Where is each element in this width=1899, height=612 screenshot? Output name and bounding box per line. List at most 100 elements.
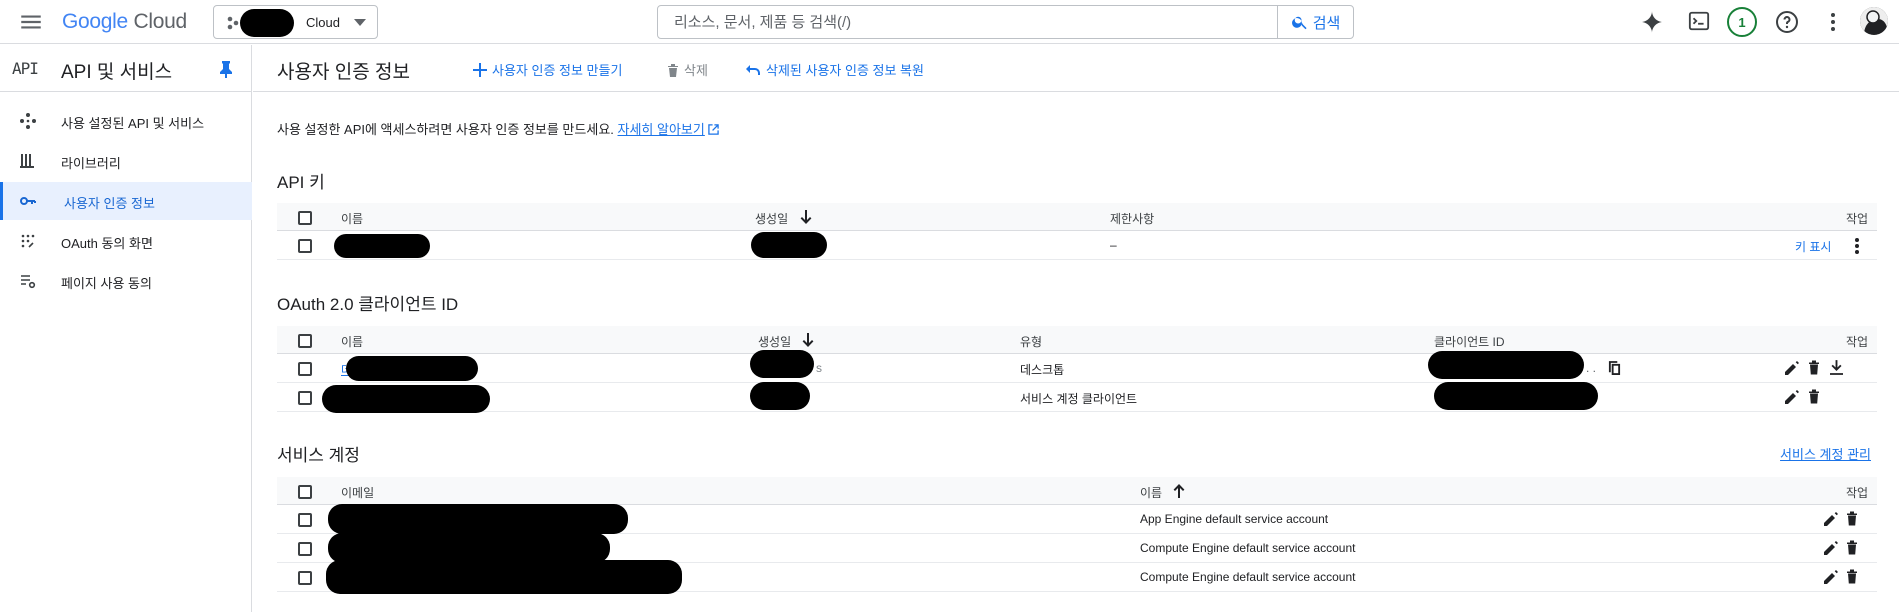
column-name[interactable]: 이름	[341, 333, 363, 350]
notifications-badge[interactable]: 1	[1727, 7, 1757, 37]
search-input[interactable]	[658, 6, 1278, 38]
oauth-table: 이름 생성일 유형 클라이언트 ID 작업 데 s 데스크톱 . . 서비스 계…	[277, 326, 1877, 413]
table-row: Compute Engine default service account	[277, 560, 1877, 594]
main-menu-icon[interactable]	[18, 9, 44, 35]
copy-icon[interactable]	[1608, 361, 1621, 376]
trash-icon[interactable]	[1808, 360, 1820, 375]
redacted-client-name	[346, 356, 478, 381]
sidebar-item-label: 페이지 사용 동의	[61, 276, 152, 291]
sidebar-item-label: OAuth 동의 화면	[61, 236, 153, 251]
more-vert-icon[interactable]	[1854, 237, 1860, 255]
redacted-created-date	[750, 382, 810, 410]
arrow-down-icon[interactable]	[802, 333, 814, 347]
table-header: 이름 생성일 유형 클라이언트 ID 작업	[277, 326, 1877, 354]
sidebar-item-oauth-consent[interactable]: OAuth 동의 화면	[0, 222, 252, 260]
sidebar-item-library[interactable]: 라이브러리	[0, 142, 252, 180]
column-name[interactable]: 이름	[1140, 484, 1162, 501]
create-credentials-button[interactable]: 사용자 인증 정보 만들기	[473, 60, 622, 79]
column-created[interactable]: 생성일	[758, 333, 791, 350]
trash-icon	[668, 63, 678, 77]
redacted-email[interactable]	[326, 560, 682, 594]
table-header: 이름 생성일 제한사항 작업	[277, 203, 1877, 231]
page-header: 사용자 인증 정보 사용자 인증 정보 만들기 삭제 삭제된 사용자 인증 정보…	[253, 45, 1899, 92]
sidebar-item-page-usage-agreement[interactable]: 페이지 사용 동의	[0, 262, 252, 300]
manage-service-accounts-link[interactable]: 서비스 계정 관리	[1780, 444, 1871, 463]
download-icon[interactable]	[1830, 360, 1843, 375]
restriction-value: –	[1110, 238, 1117, 252]
api-keys-title: API 키	[277, 173, 325, 192]
row-checkbox[interactable]	[298, 362, 312, 376]
top-bar: Google Cloud Cloud 검색 1	[0, 0, 1899, 44]
service-account-name: App Engine default service account	[1140, 512, 1329, 526]
select-all-checkbox[interactable]	[298, 334, 312, 348]
edit-icon[interactable]	[1824, 570, 1838, 584]
trash-icon[interactable]	[1846, 540, 1858, 555]
logo-cloud-text: Cloud	[133, 10, 187, 33]
restore-deleted-credentials-button[interactable]: 삭제된 사용자 인증 정보 복원	[745, 60, 924, 79]
redacted-created-date	[751, 232, 827, 258]
sidebar-item-label: 사용자 인증 정보	[64, 196, 155, 211]
sidebar: API API 및 서비스 사용 설정된 API 및 서비스 라이브러리 사용자…	[0, 45, 252, 612]
redacted-key-name[interactable]	[334, 234, 430, 258]
help-icon[interactable]	[1775, 10, 1799, 34]
client-type: 데스크톱	[1020, 363, 1065, 377]
arrow-down-icon[interactable]	[800, 210, 812, 224]
sidebar-header: API API 및 서비스	[0, 45, 252, 92]
avatar[interactable]	[1860, 7, 1888, 35]
api-logo: API	[12, 59, 39, 78]
row-checkbox[interactable]	[298, 391, 312, 405]
cloud-shell-icon[interactable]	[1688, 10, 1710, 32]
show-key-link[interactable]: 키 표시	[1795, 238, 1831, 255]
column-name[interactable]: 이름	[341, 210, 363, 227]
service-accounts-table: 이메일 이름 작업 App Engine default service acc…	[277, 477, 1877, 594]
learn-more-link[interactable]: 자세히 알아보기	[618, 122, 705, 137]
redacted-project-name	[240, 9, 294, 37]
redacted-client-id	[1428, 351, 1584, 379]
page-title: 사용자 인증 정보	[277, 62, 410, 83]
library-icon	[20, 153, 36, 169]
table-row: 서비스 계정 클라이언트	[277, 382, 1877, 413]
gemini-sparkle-icon[interactable]	[1640, 10, 1664, 34]
service-account-name: Compute Engine default service account	[1140, 570, 1356, 584]
column-type: 유형	[1020, 335, 1043, 349]
redacted-email[interactable]	[328, 533, 610, 563]
edit-icon[interactable]	[1785, 390, 1799, 404]
search-button[interactable]: 검색	[1277, 6, 1353, 38]
redacted-client-name[interactable]	[322, 385, 490, 413]
arrow-up-icon[interactable]	[1173, 484, 1185, 498]
project-name: Cloud	[306, 15, 340, 30]
trash-icon[interactable]	[1808, 389, 1820, 404]
row-checkbox[interactable]	[298, 513, 312, 527]
edit-icon[interactable]	[1824, 541, 1838, 555]
sidebar-item-enabled-apis[interactable]: 사용 설정된 API 및 서비스	[0, 102, 252, 140]
google-cloud-logo[interactable]: Google Cloud	[62, 10, 187, 34]
intro-sentence: 사용 설정한 API에 액세스하려면 사용자 인증 정보를 만드세요.	[277, 122, 614, 137]
edit-icon[interactable]	[1824, 512, 1838, 526]
select-all-checkbox[interactable]	[298, 211, 312, 225]
project-picker[interactable]: Cloud	[213, 5, 378, 39]
trash-icon[interactable]	[1846, 569, 1858, 584]
service-account-name: Compute Engine default service account	[1140, 541, 1356, 555]
row-checkbox[interactable]	[298, 571, 312, 585]
column-email[interactable]: 이메일	[341, 484, 374, 501]
search-icon	[1291, 13, 1309, 31]
column-created[interactable]: 생성일	[755, 210, 788, 227]
more-vert-icon[interactable]	[1821, 10, 1845, 34]
row-checkbox[interactable]	[298, 239, 312, 253]
plus-icon	[473, 62, 487, 77]
delete-button[interactable]: 삭제	[667, 60, 708, 79]
column-client-id: 클라이언트 ID	[1434, 335, 1505, 349]
column-actions: 작업	[1846, 212, 1869, 226]
row-checkbox[interactable]	[298, 542, 312, 556]
delete-label: 삭제	[684, 63, 708, 78]
trash-icon[interactable]	[1846, 511, 1858, 526]
restore-label: 삭제된 사용자 인증 정보 복원	[766, 63, 924, 78]
redacted-email[interactable]	[328, 504, 628, 534]
client-type: 서비스 계정 클라이언트	[1020, 392, 1138, 406]
edit-icon[interactable]	[1785, 361, 1799, 375]
table-row: App Engine default service account	[277, 504, 1877, 534]
sidebar-title: API 및 서비스	[61, 62, 173, 83]
sidebar-item-credentials[interactable]: 사용자 인증 정보	[0, 182, 252, 220]
select-all-checkbox[interactable]	[298, 485, 312, 499]
pin-icon[interactable]	[219, 60, 233, 78]
